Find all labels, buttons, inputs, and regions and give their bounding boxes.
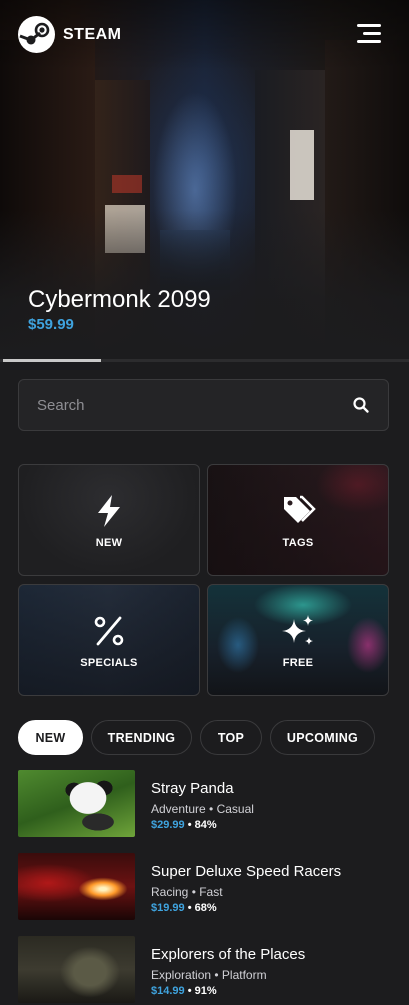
lightning-icon [98,495,120,527]
search-icon[interactable] [352,396,370,414]
game-score: 84% [194,819,217,831]
steam-logo[interactable]: STEAM [18,16,122,53]
game-thumbnail [18,853,135,920]
game-title: Super Deluxe Speed Racers [151,863,342,880]
steam-logo-icon [18,16,55,53]
game-price: $14.99 [151,985,185,997]
hamburger-menu-icon[interactable] [357,24,381,44]
game-title: Explorers of the Places [151,946,306,963]
game-meta: $14.99 • 91% [151,985,217,997]
meta-separator: • [187,985,192,997]
game-thumbnail [18,770,135,837]
category-tile-specials[interactable]: SPECIALS [18,584,200,696]
category-tile-new[interactable]: NEW [18,464,200,576]
tags-icon [284,495,316,523]
percent-icon [94,616,124,646]
search-input[interactable] [37,396,352,414]
search-bar[interactable] [18,379,389,431]
game-price: $19.99 [151,902,185,914]
game-score: 91% [194,985,217,997]
category-label: SPECIALS [80,657,138,669]
game-list-item[interactable]: Explorers of the Places Exploration • Pl… [18,936,390,1004]
filter-pill-top[interactable]: TOP [200,720,262,755]
game-title: Stray Panda [151,780,234,797]
game-genres: Adventure • Casual [151,802,254,816]
game-thumbnail [18,936,135,1003]
meta-separator: • [187,902,192,914]
game-list-item[interactable]: Stray Panda Adventure • Casual $29.99 • … [18,770,390,838]
filter-pill-new[interactable]: NEW [18,720,83,755]
game-genres: Exploration • Platform [151,968,267,982]
featured-price: $59.99 [28,316,74,333]
meta-separator: • [187,819,192,831]
featured-title: Cybermonk 2099 [28,286,211,313]
game-score: 68% [194,902,217,914]
sparkle-icon [282,615,313,645]
category-tile-free[interactable]: FREE [207,584,389,696]
hero-sign-right [290,130,314,200]
game-meta: $19.99 • 68% [151,902,217,914]
hero-bottom-shade [0,210,409,360]
game-price: $29.99 [151,819,185,831]
carousel-progress-fill [3,359,101,362]
game-genres: Racing • Fast [151,885,223,899]
app-name: STEAM [63,25,122,43]
game-meta: $29.99 • 84% [151,819,217,831]
category-label: TAGS [282,537,314,549]
filter-pill-upcoming[interactable]: UPCOMING [270,720,375,755]
category-label: NEW [95,537,123,549]
hero-lantern [112,175,142,193]
category-tile-tags[interactable]: TAGS [207,464,389,576]
category-label: FREE [282,657,314,669]
filter-pill-trending[interactable]: TRENDING [91,720,192,755]
game-list-item[interactable]: Super Deluxe Speed Racers Racing • Fast … [18,853,390,921]
